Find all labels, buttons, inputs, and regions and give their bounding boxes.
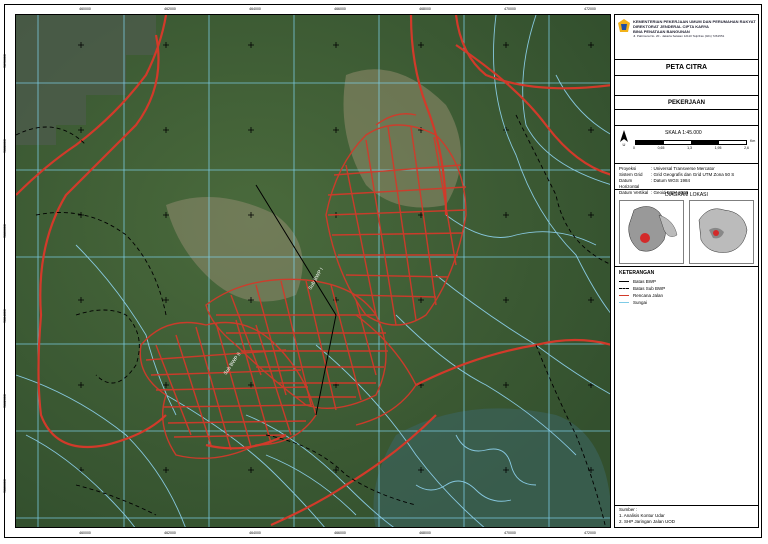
blank-row	[615, 76, 758, 96]
coordinate-x-label: 470000	[504, 7, 516, 11]
coordinate-x-label: 460000	[79, 531, 91, 535]
source-block: Sumber : 1. Analisis Kontur Udar 2. SHP …	[615, 505, 758, 529]
coordinate-y-label: 9882000	[2, 394, 7, 408]
coordinate-x-label: 464000	[249, 531, 261, 535]
location-diagram-title: DIAGRAM LOKASI	[665, 192, 708, 198]
coordinate-x-label: 466000	[334, 531, 346, 535]
coordinate-y-label: 9888000	[2, 139, 7, 153]
map-title: PETA CITRA	[615, 60, 758, 76]
ministry-logo-icon	[618, 19, 630, 32]
north-arrow-icon: U	[620, 130, 628, 146]
work-label: PEKERJAAN	[615, 96, 758, 110]
legend-title: KETERANGAN	[619, 270, 655, 276]
coordinate-y-label: 9886000	[2, 224, 7, 238]
legend-item-sub-bwp: Batas Sub BWP	[619, 286, 665, 291]
coordinate-x-label: 470000	[504, 531, 516, 535]
blank-row-2	[615, 110, 758, 126]
source-item-2: 2. SHP Jaringan Jalan UOD	[619, 519, 675, 524]
legend-panel: KEMENTERIAN PEKERJAAN UMUM DAN PERUMAHAN…	[614, 14, 759, 528]
coordinate-x-label: 460000	[79, 7, 91, 11]
header-block: KEMENTERIAN PEKERJAAN UMUM DAN PERUMAHAN…	[615, 15, 758, 60]
coordinate-x-label: 466000	[334, 7, 346, 11]
scale-label-text: SKALA	[665, 130, 681, 136]
coordinate-y-label: 9890000	[2, 54, 7, 68]
legend-item-road: Rencana Jalan	[619, 293, 663, 298]
coordinate-x-label: 462000	[164, 531, 176, 535]
location-inset-1	[619, 200, 684, 264]
scale-ratio: 1:45.000	[682, 130, 702, 136]
coordinate-x-label: 462000	[164, 7, 176, 11]
scale-block: U SKALA 1:45.000 0 0,65 1,3 1,95 2,6 Km	[615, 126, 758, 164]
scale-ticks: 0 0,65 1,3 1,95 2,6	[633, 146, 749, 150]
ministry-heading: KEMENTERIAN PEKERJAAN UMUM DAN PERUMAHAN…	[633, 19, 756, 39]
location-inset-2	[689, 200, 754, 264]
scale-label: SKALA 1:45.000	[665, 130, 702, 136]
coordinate-y-label: 9880000	[2, 479, 7, 493]
coordinate-x-label: 464000	[249, 7, 261, 11]
satellite-map[interactable]: Sub BWP I Sub BWP II	[15, 14, 611, 528]
coordinate-y-label: 9884000	[2, 309, 7, 323]
legend-item-bwp: Batas BWP	[619, 279, 656, 284]
scale-bar	[635, 140, 747, 145]
coordinate-x-label: 468000	[419, 7, 431, 11]
coordinate-x-label: 468000	[419, 531, 431, 535]
coordinate-x-label: 472000	[584, 531, 596, 535]
location-diagram: DIAGRAM LOKASI	[615, 190, 758, 267]
svg-text:U: U	[623, 142, 626, 146]
address-text: Jl. Pattimura No. 20 - Jakarta Selatan 1…	[633, 34, 725, 38]
map-canvas: Sub BWP I Sub BWP II	[16, 15, 610, 527]
legend-item-river: Sungai	[619, 300, 647, 305]
legend-block: KETERANGAN Batas BWP Batas Sub BWP Renca…	[615, 267, 758, 521]
projection-block: Proyeksi: Universal Transverse Mercator …	[615, 164, 758, 195]
scale-unit: Km	[750, 139, 756, 143]
coordinate-x-label: 472000	[584, 7, 596, 11]
